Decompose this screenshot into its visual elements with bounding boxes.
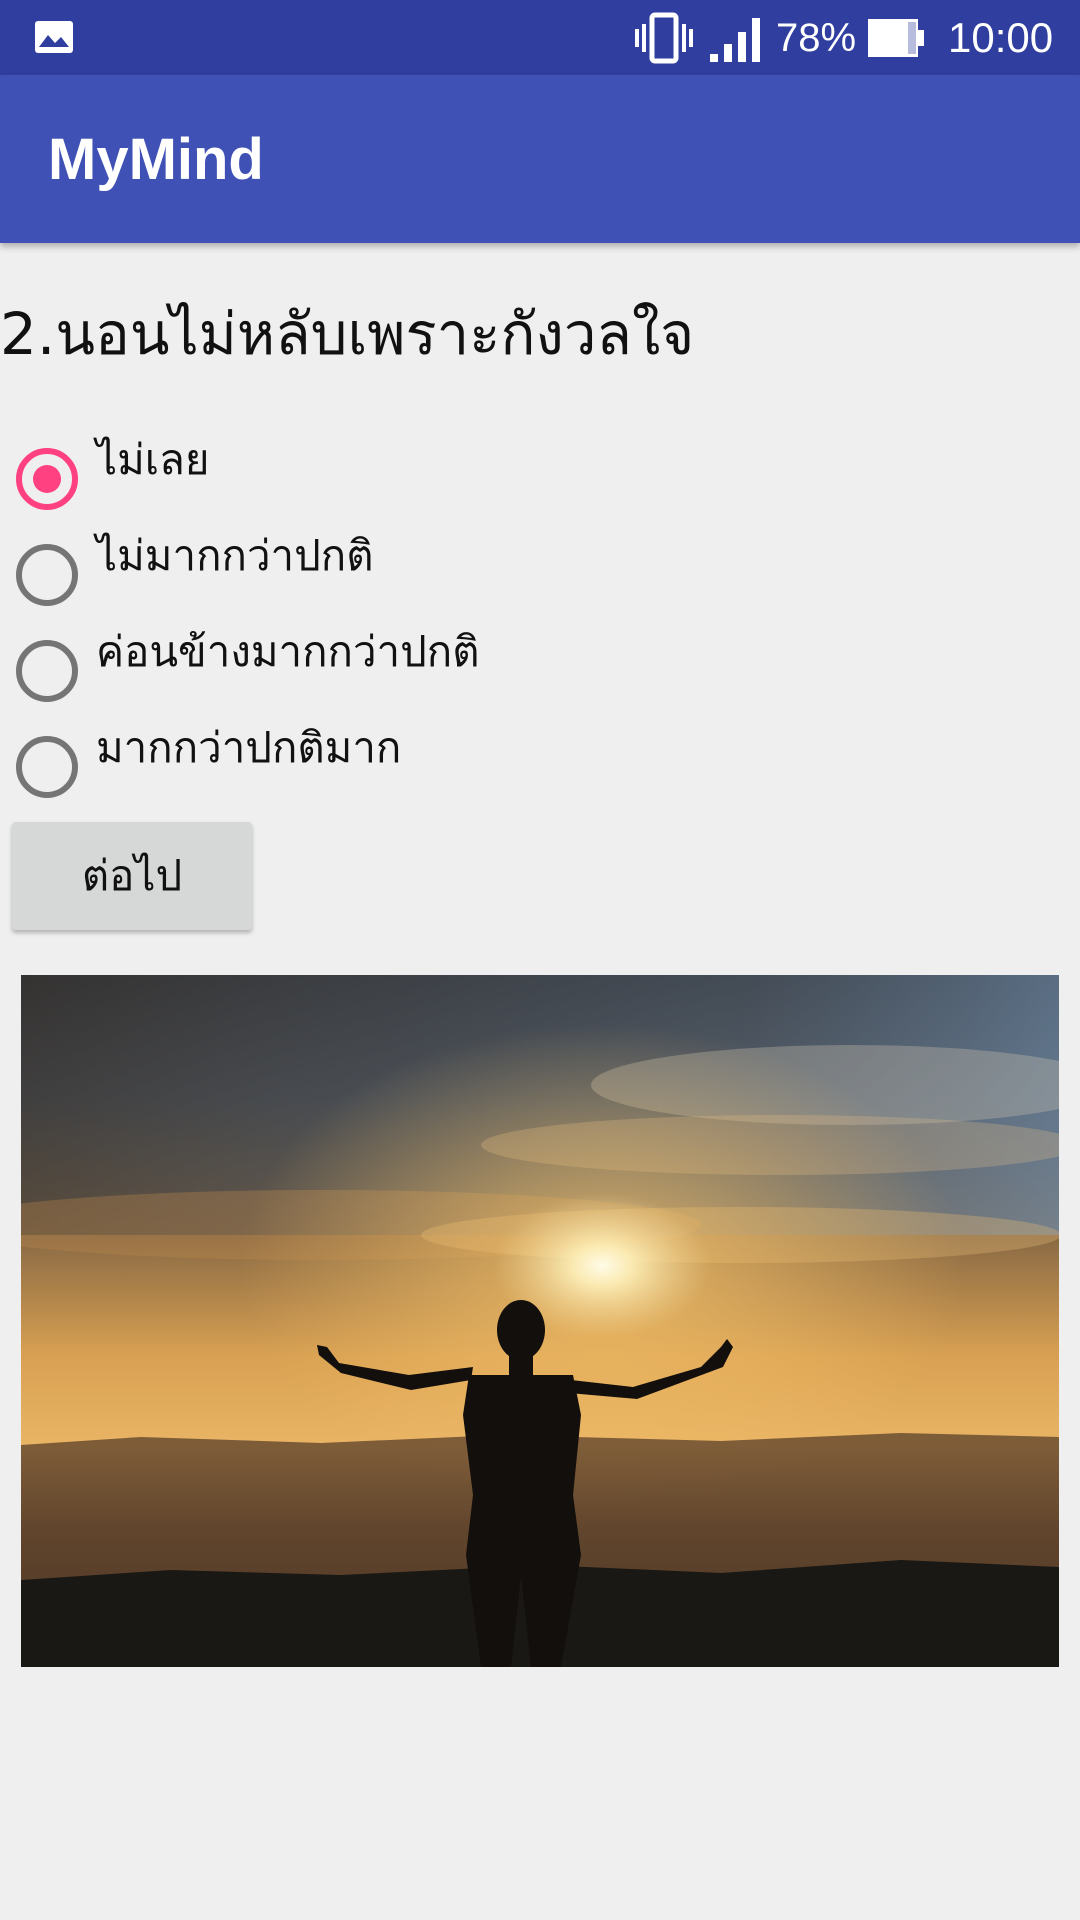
question-text: 2.นอนไม่หลับเพราะกังวลใจ bbox=[0, 300, 695, 368]
option-2[interactable]: ค่อนข้างมากกว่าปกติ bbox=[16, 624, 716, 704]
app-bar: MyMind bbox=[0, 75, 1080, 243]
next-button[interactable]: ต่อไป bbox=[12, 822, 252, 930]
app-title: MyMind bbox=[48, 127, 264, 192]
status-bar: 78% 10:00 bbox=[0, 0, 1080, 75]
gallery-icon bbox=[35, 21, 73, 53]
battery-percent: 78% bbox=[776, 16, 857, 60]
option-0[interactable]: ไม่เลย bbox=[16, 432, 716, 512]
clock: 10:00 bbox=[948, 14, 1054, 61]
radio-button[interactable] bbox=[16, 736, 78, 798]
option-label: ไม่เลย bbox=[96, 435, 210, 484]
radio-button[interactable] bbox=[16, 544, 78, 606]
option-3[interactable]: มากกว่าปกติมาก bbox=[16, 720, 716, 800]
radio-button-selected[interactable] bbox=[16, 448, 78, 510]
option-label: ค่อนข้างมากกว่าปกติ bbox=[96, 627, 480, 676]
option-label: มากกว่าปกติมาก bbox=[96, 723, 402, 772]
option-1[interactable]: ไม่มากกว่าปกติ bbox=[16, 528, 716, 608]
sunset-silhouette-image bbox=[21, 975, 1059, 1667]
battery-icon bbox=[868, 19, 924, 57]
vibrate-icon bbox=[635, 12, 693, 64]
sunset-illustration bbox=[21, 975, 1059, 1667]
signal-icon bbox=[710, 18, 760, 62]
option-label: ไม่มากกว่าปกติ bbox=[96, 531, 374, 580]
radio-button[interactable] bbox=[16, 640, 78, 702]
